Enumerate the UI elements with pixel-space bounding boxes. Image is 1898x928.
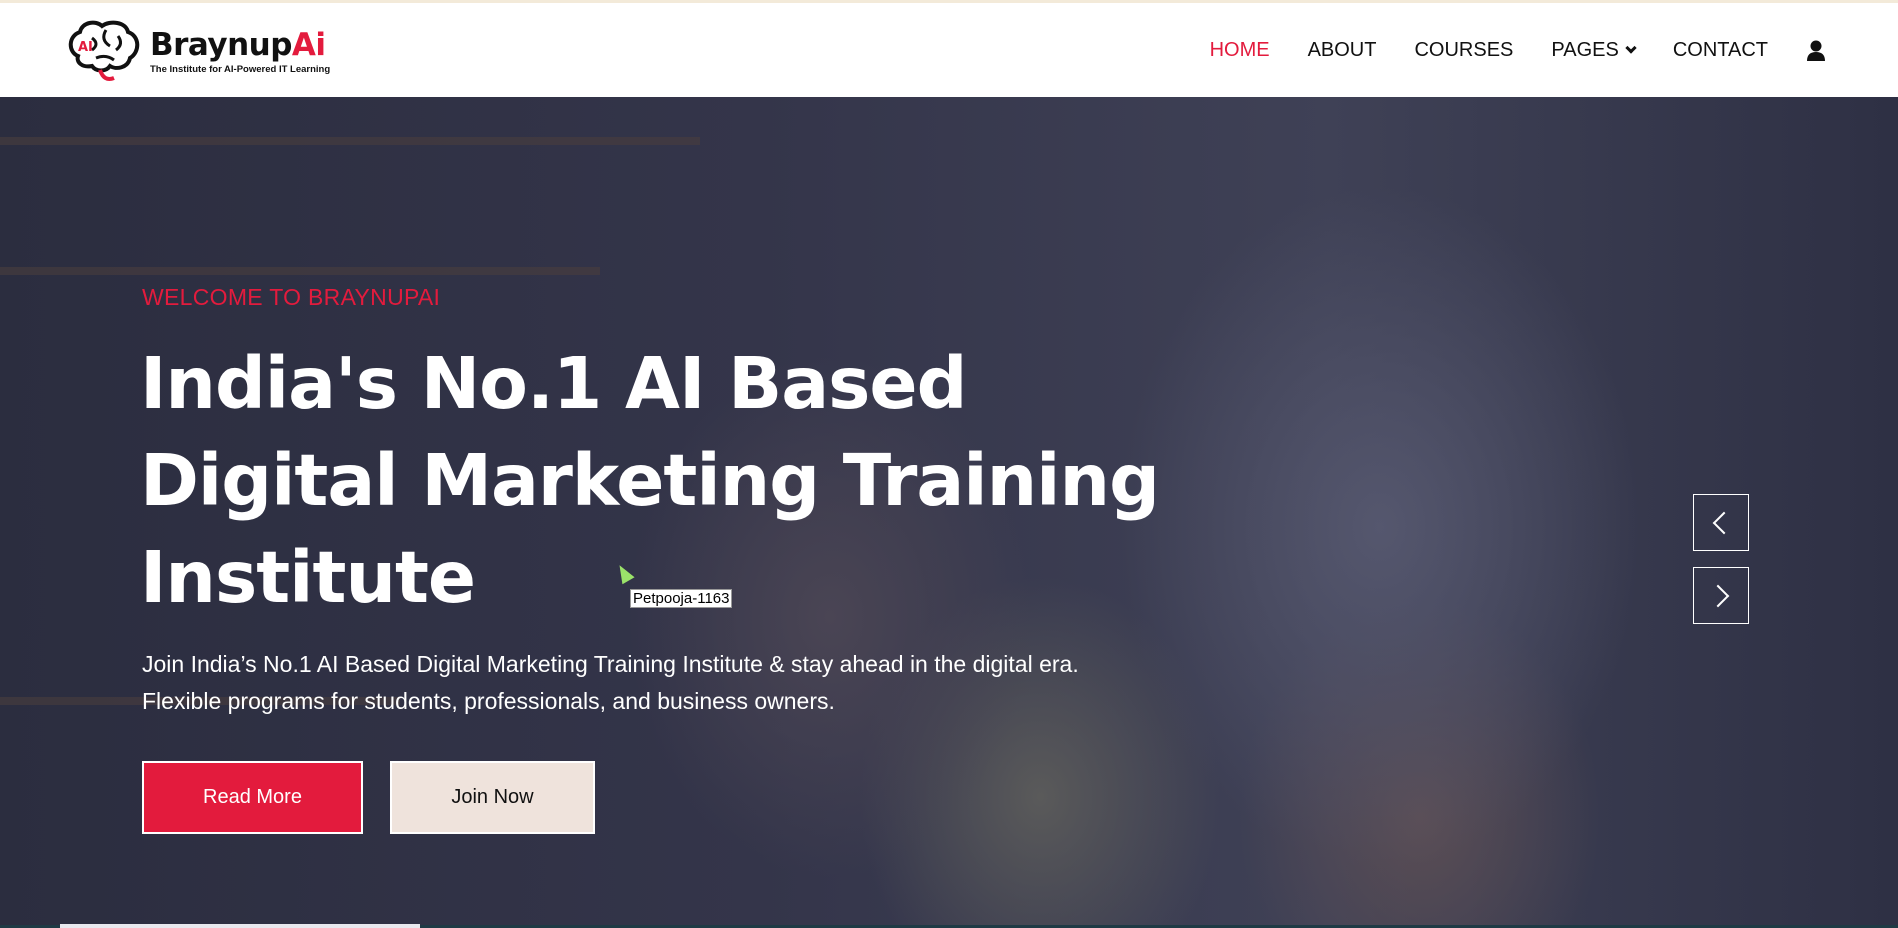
hero-eyebrow: WELCOME TO BRAYNUPAI	[142, 284, 441, 310]
chevron-right-icon	[1706, 584, 1730, 607]
brand-tagline: The Institute for AI-Powered IT Learning	[150, 63, 331, 75]
nav-pages[interactable]: PAGES	[1551, 39, 1637, 62]
nav-home[interactable]: HOME	[1210, 39, 1270, 62]
site-header: AI BraynupAi The Institute for AI-Powere…	[0, 3, 1898, 97]
brain-logo-icon: AI	[68, 20, 140, 81]
slider-next-button[interactable]	[1693, 567, 1749, 624]
tooltip: Petpooja-1163	[630, 589, 733, 608]
nav-contact[interactable]: CONTACT	[1673, 39, 1768, 62]
read-more-button[interactable]: Read More	[142, 761, 363, 834]
brand-name: BraynupAi	[150, 26, 326, 63]
logo[interactable]: AI BraynupAi The Institute for AI-Powere…	[66, 18, 330, 84]
background-shelf	[0, 267, 600, 275]
hero-slider: WELCOME TO BRAYNUPAI India's No.1 AI Bas…	[0, 97, 1898, 928]
chevron-left-icon	[1712, 511, 1736, 534]
hero-description: Join India’s No.1 AI Based Digital Marke…	[142, 651, 1079, 714]
slider-prev-button[interactable]	[1693, 494, 1749, 551]
user-icon[interactable]	[1806, 40, 1826, 62]
svg-text:AI: AI	[78, 40, 93, 55]
chevron-down-icon	[1625, 42, 1637, 54]
nav-courses[interactable]: COURSES	[1414, 39, 1513, 62]
slider-progress	[60, 924, 420, 928]
main-nav: HOME ABOUT COURSES PAGES CONTACT	[1210, 39, 1826, 62]
join-now-button[interactable]: Join Now	[390, 761, 595, 834]
background-shelf	[0, 137, 700, 145]
nav-about[interactable]: ABOUT	[1308, 39, 1377, 62]
hero-title: India's No.1 AI Based Digital Marketing …	[140, 342, 1160, 619]
